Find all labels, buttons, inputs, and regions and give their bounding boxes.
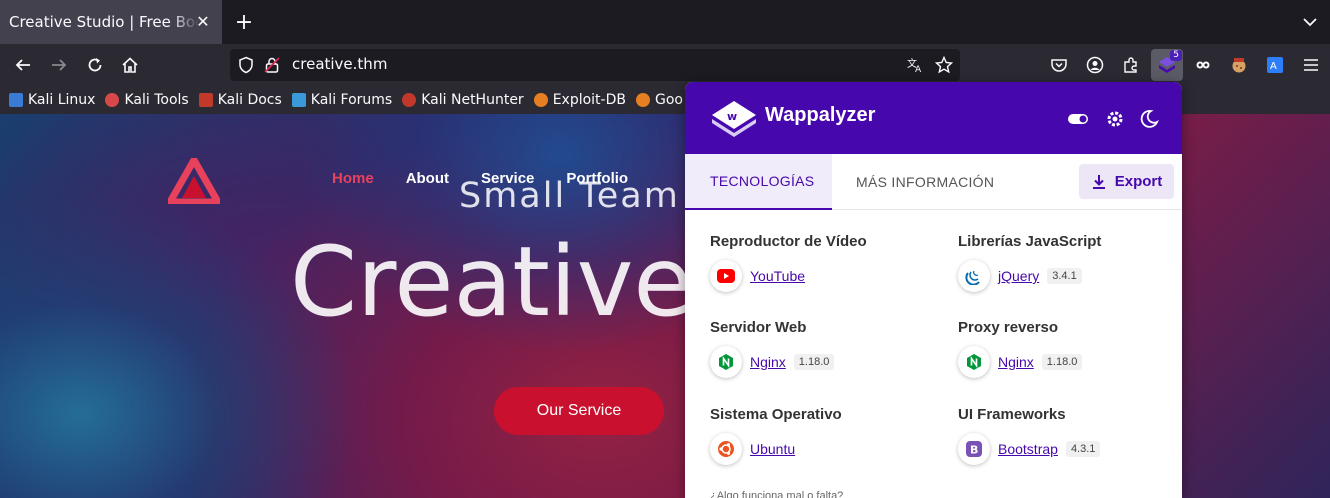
wappalyzer-popup: w Wappalyzer TECNOLOGÍAS MÁS INFORMACIÓN… [685, 82, 1182, 498]
ghdb-icon [635, 93, 650, 107]
our-service-button[interactable]: Our Service [494, 387, 664, 435]
back-icon[interactable] [11, 53, 35, 77]
reload-icon[interactable] [83, 53, 107, 77]
tab-technologies[interactable]: TECNOLOGÍAS [685, 154, 832, 210]
version-badge: 1.18.0 [1041, 354, 1083, 370]
dark-mode-moon-icon[interactable] [1138, 108, 1160, 130]
nethunter-icon [402, 93, 417, 107]
tech-link[interactable]: Ubuntu [750, 441, 795, 457]
tech-link[interactable]: Bootstrap [998, 441, 1058, 457]
tech-item: jQuery 3.4.1 [958, 260, 1178, 292]
shield-icon[interactable] [237, 56, 255, 74]
tab-strip: Creative Studio | Free Bootstrap ✕ + [0, 0, 1330, 44]
nginx-icon [958, 346, 990, 378]
menu-icon[interactable] [1299, 53, 1323, 77]
wappalyzer-logo-icon: w [712, 101, 756, 137]
svg-text:w: w [727, 110, 737, 123]
toggle-icon[interactable] [1067, 108, 1089, 130]
popup-title: Wappalyzer [765, 104, 876, 126]
extension-badge: 5 [1170, 50, 1182, 61]
svg-text:A: A [1270, 61, 1277, 72]
cookie-extension-icon[interactable] [1227, 53, 1251, 77]
bookmark-kali-tools[interactable]: Kali Tools [105, 92, 189, 108]
nav-about[interactable]: About [406, 170, 449, 187]
version-badge: 3.4.1 [1047, 268, 1082, 284]
ubuntu-icon [710, 433, 742, 465]
wappalyzer-extension-button[interactable]: 5 [1151, 49, 1183, 81]
tab-more-info[interactable]: MÁS INFORMACIÓN [856, 154, 994, 210]
tech-link[interactable]: jQuery [998, 268, 1039, 284]
forward-icon[interactable] [47, 53, 71, 77]
owl-extension-icon[interactable] [1191, 53, 1215, 77]
browser-tab[interactable]: Creative Studio | Free Bootstrap ✕ [0, 0, 222, 44]
close-tab-icon[interactable]: ✕ [194, 12, 212, 31]
tech-item: YouTube [710, 260, 930, 292]
svg-text:A: A [915, 65, 922, 74]
translate-extension-icon[interactable]: A [1263, 53, 1287, 77]
footer-link[interactable]: ¿Algo funciona mal o falta? [710, 490, 843, 498]
home-icon[interactable] [118, 53, 142, 77]
jquery-icon [958, 260, 990, 292]
new-tab-icon[interactable]: + [233, 10, 255, 35]
lock-insecure-icon[interactable] [263, 56, 281, 74]
version-badge: 4.3.1 [1065, 441, 1101, 457]
category-web-server: Servidor Web Nginx 1.18.0 [710, 319, 930, 378]
tech-item: B Bootstrap 4.3.1 [958, 433, 1178, 465]
category-javascript-libraries: Librerías JavaScript jQuery 3.4.1 [958, 233, 1178, 292]
export-label: Export [1114, 173, 1163, 190]
bookmark-kali-docs[interactable]: Kali Docs [198, 92, 282, 108]
url-bar[interactable]: creative.thm 文A [230, 49, 960, 81]
chevron-down-icon[interactable] [1300, 12, 1320, 32]
tech-item: Nginx 1.18.0 [710, 346, 930, 378]
gear-icon[interactable] [1104, 108, 1126, 130]
tech-link[interactable]: Nginx [750, 354, 786, 370]
navigation-toolbar: creative.thm 文A 5 A [0, 44, 1330, 86]
bookmark-kali-forums[interactable]: Kali Forums [291, 92, 392, 108]
tech-item: Nginx 1.18.0 [958, 346, 1178, 378]
bookmark-ghdb[interactable]: Goo [635, 92, 683, 108]
popup-header: w Wappalyzer [685, 82, 1182, 154]
bookmark-kali-nethunter[interactable]: Kali NetHunter [402, 92, 524, 108]
kali-tools-icon [105, 93, 120, 107]
svg-text:B: B [970, 444, 978, 457]
extensions-icon[interactable] [1119, 53, 1143, 77]
category-title: Reproductor de Vídeo [710, 233, 867, 250]
nav-home[interactable]: Home [332, 170, 374, 187]
nginx-icon [710, 346, 742, 378]
url-text[interactable]: creative.thm [292, 55, 387, 73]
translate-icon[interactable]: 文A [906, 56, 924, 74]
exploit-db-icon [533, 93, 548, 107]
category-ui-frameworks: UI Frameworks B Bootstrap 4.3.1 [958, 406, 1178, 465]
version-badge: 1.18.0 [793, 354, 835, 370]
kali-forums-icon [291, 93, 306, 107]
category-title: UI Frameworks [958, 406, 1066, 423]
category-operating-system: Sistema Operativo Ubuntu [710, 406, 930, 465]
site-logo[interactable] [168, 158, 220, 204]
download-icon [1092, 174, 1105, 189]
tech-link[interactable]: YouTube [750, 268, 805, 284]
kali-dragon-icon [9, 93, 23, 107]
category-title: Librerías JavaScript [958, 233, 1102, 250]
kali-docs-icon [198, 93, 213, 107]
hero-title: Creative [290, 226, 693, 338]
bookmark-star-icon[interactable] [935, 56, 953, 74]
category-title: Servidor Web [710, 319, 807, 336]
bookmark-kali-linux[interactable]: Kali Linux [9, 92, 95, 108]
youtube-icon [710, 260, 742, 292]
tech-item: Ubuntu [710, 433, 930, 465]
pocket-icon[interactable] [1047, 53, 1071, 77]
category-reverse-proxy: Proxy reverso Nginx 1.18.0 [958, 319, 1178, 378]
bootstrap-icon: B [958, 433, 990, 465]
bookmark-exploit-db[interactable]: Exploit-DB [533, 92, 626, 108]
export-button[interactable]: Export [1079, 164, 1174, 199]
category-video-player: Reproductor de Vídeo YouTube [710, 233, 930, 292]
tech-link[interactable]: Nginx [998, 354, 1034, 370]
category-title: Sistema Operativo [710, 406, 842, 423]
tab-title: Creative Studio | Free Bootstrap [9, 13, 199, 31]
account-icon[interactable] [1083, 53, 1107, 77]
category-title: Proxy reverso [958, 319, 1059, 336]
